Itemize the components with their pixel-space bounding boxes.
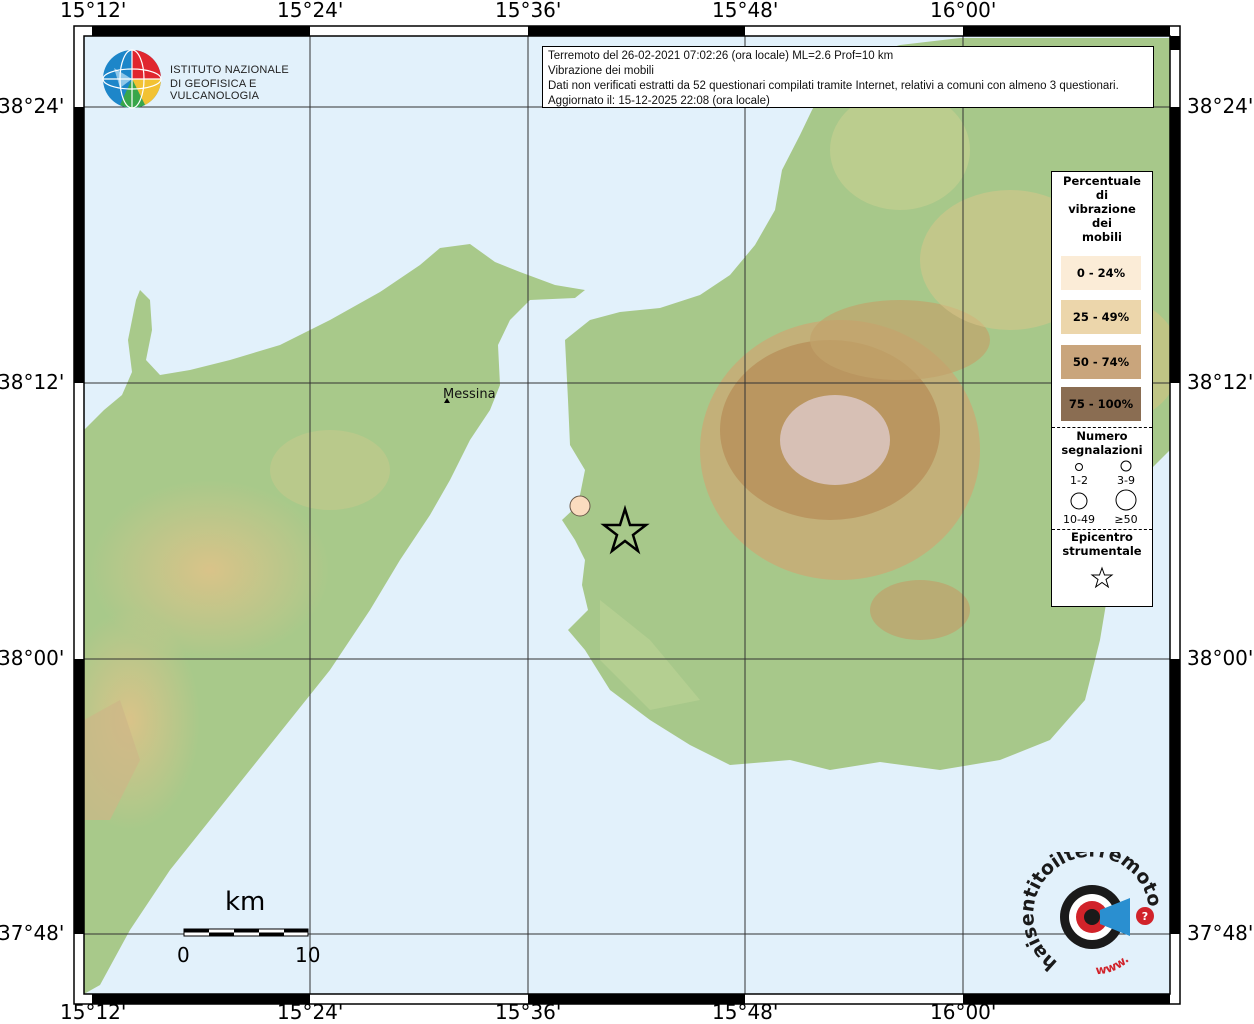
legend-title-line: vibrazione <box>1068 202 1136 216</box>
legend-count-4: ≥50 <box>1114 513 1138 526</box>
ingv-name-line1: ISTITUTO NAZIONALE <box>170 64 289 76</box>
axis-right-label-3: 38°00' <box>1187 646 1254 670</box>
city-label-messina: Messina <box>443 387 496 402</box>
legend-title-line: di <box>1095 188 1109 202</box>
legend-count-title-line: segnalazioni <box>1061 443 1143 457</box>
hsit-brand: haisentitoilterremoto.it www. <box>1020 852 1166 977</box>
legend-epicenter-title: Epicentro strumentale <box>1052 530 1152 558</box>
legend-epicenter-title-line: Epicentro <box>1071 530 1133 544</box>
legend-epicenter-title-line: strumentale <box>1062 544 1142 558</box>
count-symbol-3-9 <box>1120 460 1132 472</box>
scale-max: 10 <box>295 943 321 967</box>
axis-right-label-4: 37°48' <box>1187 921 1254 945</box>
scale-bar <box>183 928 309 937</box>
legend-class-2: 25 - 49% <box>1061 300 1141 334</box>
scale-min: 0 <box>177 943 190 967</box>
axis-left-label-1: 38°24' <box>0 94 65 118</box>
axis-right-label-1: 38°24' <box>1187 94 1254 118</box>
legend-title-line: mobili <box>1082 230 1122 244</box>
legend-class-3: 50 - 74% <box>1061 345 1141 379</box>
legend-count-title-line: Numero <box>1076 429 1128 443</box>
axis-top-label-2: 15°24' <box>277 0 344 22</box>
legend-title-line: dei <box>1092 216 1112 230</box>
legend-star-icon <box>1090 566 1114 589</box>
event-info-box: Terremoto del 26-02-2021 07:02:26 (ora l… <box>542 46 1154 108</box>
legend-class-1: 0 - 24% <box>1061 256 1141 290</box>
observation-circle[interactable] <box>569 495 591 517</box>
axis-left-label-3: 38°00' <box>0 646 65 670</box>
legend-count-2: 3-9 <box>1117 474 1135 487</box>
hsit-brand-text: haisentitoilterremoto.it <box>1020 852 1166 975</box>
hsit-brand-www: www. <box>1095 952 1132 977</box>
legend-separator <box>1052 427 1152 428</box>
count-symbol-50 <box>1115 489 1137 511</box>
axis-left-label-4: 37°48' <box>0 921 65 945</box>
axis-right-label-2: 38°12' <box>1187 370 1254 394</box>
axis-top-label-4: 15°48' <box>712 0 779 22</box>
event-updated: Aggiornato il: 15-12-2025 22:08 (ora loc… <box>548 95 770 107</box>
count-symbol-10-49 <box>1070 492 1088 510</box>
event-title: Terremoto del 26-02-2021 07:02:26 (ora l… <box>548 50 894 62</box>
legend-class-4: 75 - 100% <box>1061 387 1141 421</box>
legend-count-title: Numero segnalazioni <box>1052 429 1152 457</box>
axis-top-label-3: 15°36' <box>495 0 562 22</box>
axis-bottom-label-2: 15°24' <box>277 1000 344 1024</box>
scale-unit: km <box>225 887 266 917</box>
legend-count-1: 1-2 <box>1070 474 1088 487</box>
ingv-globe-icon <box>102 49 162 109</box>
axis-bottom-label-5: 16°00' <box>930 1000 997 1024</box>
legend-title: Percentuale di vibrazione dei mobili <box>1052 174 1152 244</box>
legend-count-symbols <box>1070 460 1137 511</box>
axis-bottom-label-1: 15°12' <box>60 1000 127 1024</box>
count-symbol-1-2 <box>1075 463 1083 471</box>
ingv-name-line2: DI GEOFISICA E VULCANOLOGIA <box>170 78 260 102</box>
event-parameter: Vibrazione dei mobili <box>548 65 654 77</box>
axis-bottom-label-3: 15°36' <box>495 1000 562 1024</box>
axis-top-label-1: 15°12' <box>60 0 127 22</box>
legend: Percentuale di vibrazione dei mobili 0 -… <box>1051 171 1153 607</box>
axis-left-label-2: 38°12' <box>0 370 65 394</box>
event-data-note: Dati non verificati estratti da 52 quest… <box>548 80 1119 92</box>
legend-title-line: Percentuale <box>1063 174 1141 188</box>
axis-top-label-5: 16°00' <box>930 0 997 22</box>
ingv-logo: ISTITUTO NAZIONALE DI GEOFISICA E VULCAN… <box>100 48 315 110</box>
axis-bottom-label-4: 15°48' <box>712 1000 779 1024</box>
legend-count-3: 10-49 <box>1063 513 1095 526</box>
